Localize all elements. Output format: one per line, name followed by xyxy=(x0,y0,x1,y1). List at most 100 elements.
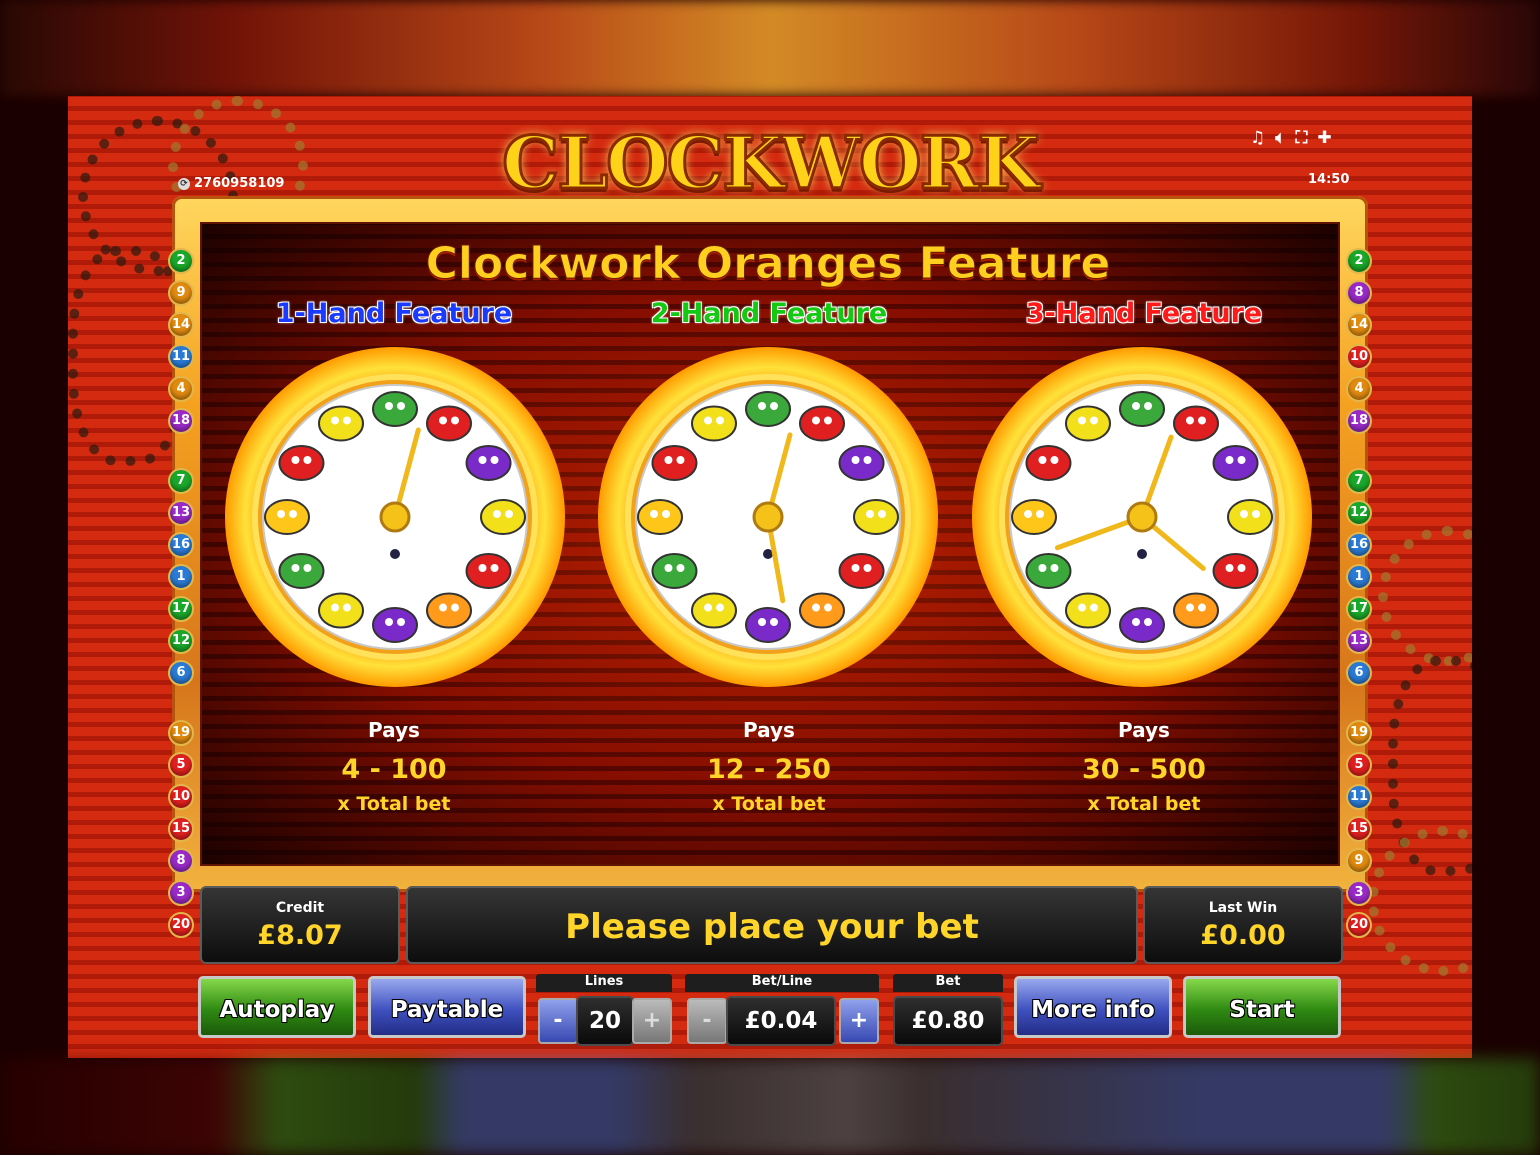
payline-marker: 20 xyxy=(1346,912,1372,938)
lemon-symbol xyxy=(318,405,364,442)
feature-title: Clockwork Oranges Feature xyxy=(425,238,1111,290)
payline-marker: 15 xyxy=(1346,816,1372,842)
pays-unit: x Total bet xyxy=(337,793,451,815)
lines-minus-button[interactable]: - xyxy=(538,998,578,1044)
payline-marker: 10 xyxy=(1346,344,1372,370)
cherry-symbol xyxy=(465,553,512,589)
lemon-symbol xyxy=(853,499,899,535)
credit-label: Credit xyxy=(275,900,325,916)
pays-range: 30 - 500 xyxy=(1082,754,1206,785)
payline-marker: 9 xyxy=(168,280,194,306)
lines-plus-button[interactable]: + xyxy=(632,998,672,1044)
music-icon[interactable]: ♫ xyxy=(1250,128,1265,148)
plum-symbol xyxy=(465,445,512,481)
bet-line-plus-button[interactable]: + xyxy=(839,998,879,1044)
credit-value: £8.07 xyxy=(257,920,343,951)
pays-label: Pays xyxy=(368,718,420,742)
pays-unit: x Total bet xyxy=(712,793,826,815)
payline-marker: 1 xyxy=(1346,564,1372,590)
payline-marker: 1 xyxy=(168,564,194,590)
fullscreen-icon[interactable]: ⛶ xyxy=(1295,128,1307,148)
cherry-symbol xyxy=(838,553,885,589)
cherry-symbol xyxy=(1025,445,1072,481)
cherry-symbol xyxy=(799,405,845,442)
feature-3-hand-title: 3-Hand Feature xyxy=(1025,298,1263,329)
pays-2-hand: Pays 12 - 250 x Total bet xyxy=(619,718,919,815)
settings-icon[interactable]: ✚ xyxy=(1317,128,1331,148)
payline-marker: 2 xyxy=(168,248,194,274)
clock-center xyxy=(752,501,784,533)
pays-label: Pays xyxy=(743,718,795,742)
watermelon-symbol xyxy=(278,553,325,589)
plum-symbol xyxy=(1212,445,1259,481)
payline-marker: 15 xyxy=(168,816,194,842)
pays-1-hand: Pays 4 - 100 x Total bet xyxy=(244,718,544,815)
pays-label: Pays xyxy=(1118,718,1170,742)
lemon-symbol xyxy=(480,499,526,535)
payline-marker: 7 xyxy=(168,468,194,494)
payline-marker: 8 xyxy=(1346,280,1372,306)
plum-symbol xyxy=(838,445,885,481)
orange-symbol xyxy=(426,592,472,629)
payline-marker: 12 xyxy=(1346,500,1372,526)
clock-2-hand xyxy=(596,345,941,690)
plum-symbol xyxy=(1119,607,1165,643)
payline-marker: 9 xyxy=(1346,848,1372,874)
payline-marker: 5 xyxy=(1346,752,1372,778)
autoplay-button[interactable]: Autoplay xyxy=(198,976,356,1038)
payline-marker: 14 xyxy=(1346,312,1372,338)
orange-symbol xyxy=(799,592,845,629)
more-info-button[interactable]: More info xyxy=(1014,976,1172,1038)
bet-line-minus-button[interactable]: - xyxy=(687,998,727,1044)
payline-marker: 12 xyxy=(168,628,194,654)
payline-marker: 8 xyxy=(168,848,194,874)
paytable-button[interactable]: Paytable xyxy=(368,976,526,1038)
cherry-symbol xyxy=(1173,405,1219,442)
payline-marker: 17 xyxy=(1346,596,1372,622)
clock-pivot-dot xyxy=(1137,549,1147,559)
bet-line-label: Bet/Line xyxy=(751,974,813,989)
payline-marker: 5 xyxy=(168,752,194,778)
watermelon-symbol xyxy=(1119,391,1165,427)
blurred-background-top xyxy=(0,0,1540,96)
lemon-symbol xyxy=(1065,592,1111,629)
sound-icon[interactable]: 🔈︎ xyxy=(1275,128,1285,148)
payline-marker: 2 xyxy=(1346,248,1372,274)
watermelon-symbol xyxy=(651,553,698,589)
clock-1-hand xyxy=(223,345,568,690)
payline-marker: 16 xyxy=(168,532,194,558)
bell-symbol xyxy=(264,499,310,535)
payline-marker: 18 xyxy=(1346,408,1372,434)
lemon-symbol xyxy=(691,592,737,629)
start-button[interactable]: Start xyxy=(1183,976,1341,1038)
bet-value: £0.80 xyxy=(893,996,1003,1046)
cherry-symbol xyxy=(426,405,472,442)
orange-symbol xyxy=(1173,592,1219,629)
payline-marker: 11 xyxy=(1346,784,1372,810)
cherry-symbol xyxy=(278,445,325,481)
payline-marker: 19 xyxy=(1346,720,1372,746)
plum-symbol xyxy=(372,607,418,643)
bet-label: Bet xyxy=(935,974,961,989)
payline-marker: 3 xyxy=(168,880,194,906)
clock-center xyxy=(1126,501,1158,533)
payline-marker: 17 xyxy=(168,596,194,622)
pays-unit: x Total bet xyxy=(1087,793,1201,815)
payline-marker: 7 xyxy=(1346,468,1372,494)
payline-marker: 19 xyxy=(168,720,194,746)
last-win-label: Last Win xyxy=(1208,900,1278,916)
payline-marker: 14 xyxy=(168,312,194,338)
lines-label: Lines xyxy=(584,974,624,989)
refresh-icon: ⟳ xyxy=(178,177,190,190)
credit-display: Credit £8.07 xyxy=(200,886,400,964)
payline-marker: 10 xyxy=(168,784,194,810)
payline-marker: 4 xyxy=(1346,376,1372,402)
payline-markers-left: 2 9 14 11 4 18 7 13 16 1 17 12 6 19 5 10 15 8 3 20 xyxy=(168,248,194,944)
lemon-symbol xyxy=(318,592,364,629)
payline-marker: 6 xyxy=(1346,660,1372,686)
payline-marker: 6 xyxy=(168,660,194,686)
feature-1-hand-title: 1-Hand Feature xyxy=(275,298,513,329)
cherry-symbol xyxy=(1212,553,1259,589)
bell-symbol xyxy=(1011,499,1057,535)
ticket-id: ⟳ 2760958109 xyxy=(178,176,284,191)
